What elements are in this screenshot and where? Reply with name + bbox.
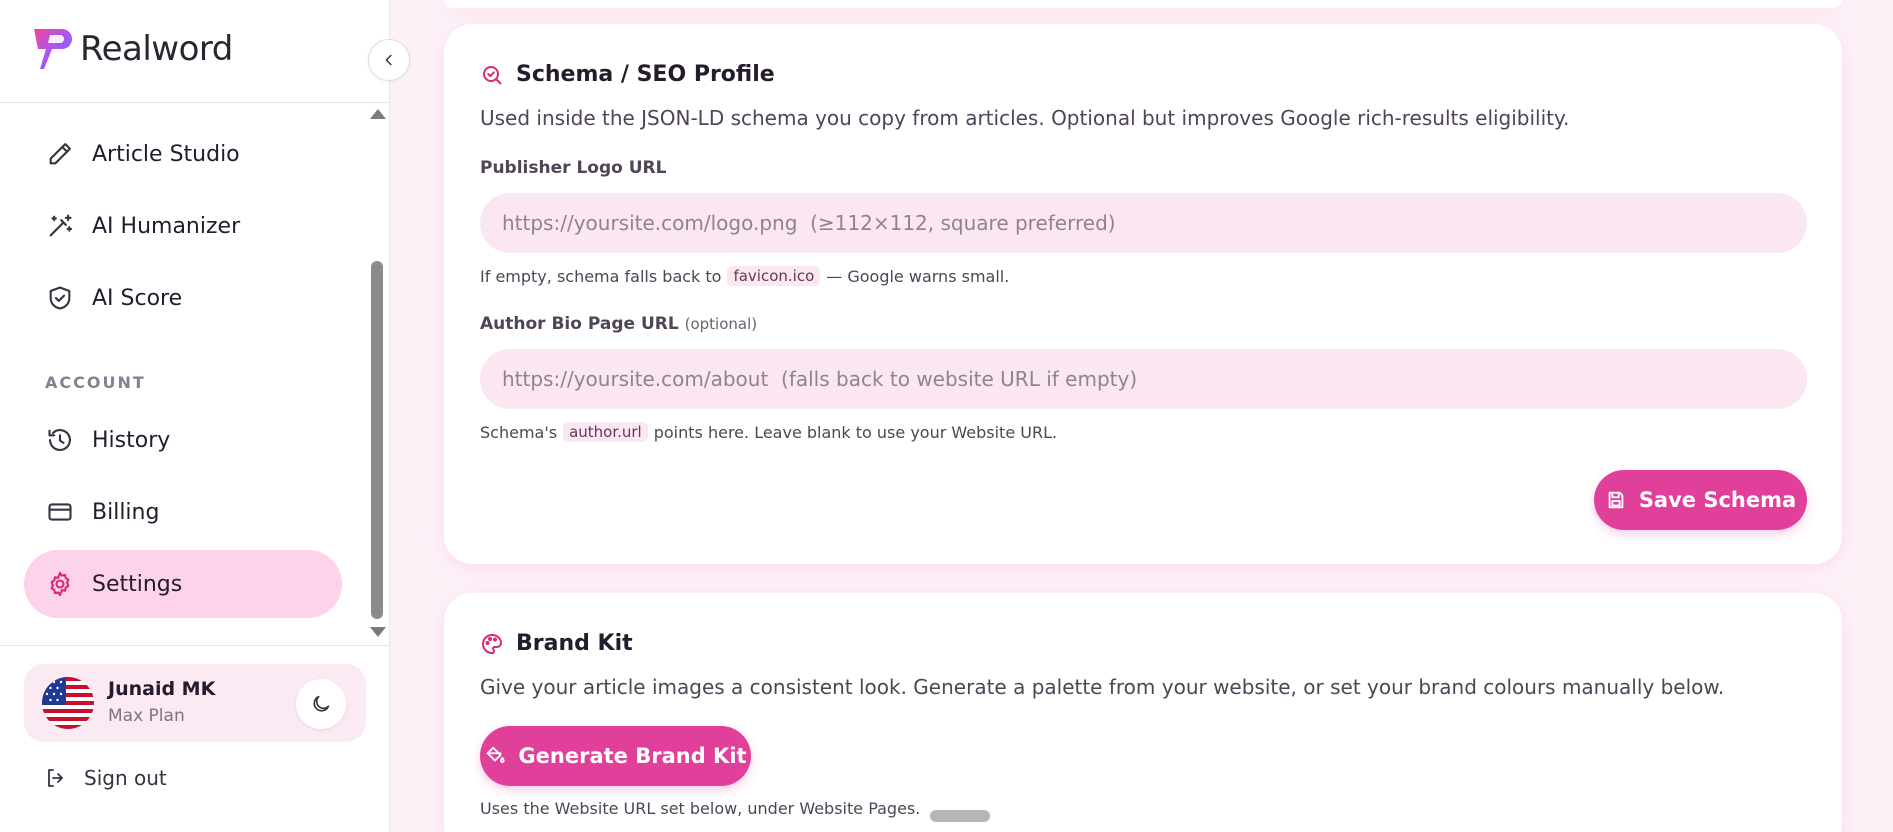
pencil-icon [49, 143, 71, 165]
sidebar-item-article-studio[interactable]: Article Studio [24, 120, 342, 188]
sidebar-item-billing[interactable]: Billing [24, 478, 342, 546]
magic-wand-icon [49, 214, 73, 237]
paint-bucket-icon [487, 746, 506, 763]
gear-icon [50, 571, 70, 597]
publisher-logo-helper: If empty, schema falls back to favicon.i… [480, 266, 1010, 286]
save-icon [1608, 491, 1624, 509]
previous-card [444, 0, 1842, 8]
user-plan: Max Plan [108, 706, 185, 726]
shield-check-icon [49, 286, 71, 310]
sidebar-nav: Article Studio AI Humanizer AI Score ACC… [0, 103, 390, 645]
section-label-account: ACCOUNT [45, 373, 146, 392]
logo[interactable]: Realword [28, 26, 233, 72]
card-title-text: Schema / SEO Profile [516, 62, 775, 87]
brand-kit-card: Brand Kit Give your article images a con… [444, 593, 1842, 832]
app-name: Realword [80, 29, 233, 69]
sidebar-item-settings[interactable]: Settings [24, 550, 342, 618]
divider [0, 645, 390, 646]
sign-out-button[interactable]: Sign out [44, 766, 167, 790]
scroll-thumb[interactable] [371, 261, 383, 619]
brand-kit-helper: Uses the Website URL set below, under We… [480, 799, 921, 818]
theme-toggle-button[interactable] [296, 679, 346, 729]
code-author-url: author.url [563, 422, 648, 442]
credit-card-icon [48, 503, 72, 521]
avatar [42, 677, 94, 729]
author-bio-helper: Schema's author.url points here. Leave b… [480, 422, 1058, 442]
optional-tag: (optional) [684, 315, 758, 333]
card-description: Used inside the JSON-LD schema you copy … [480, 106, 1570, 130]
search-check-icon [483, 65, 502, 84]
generate-brand-kit-label: Generate Brand Kit [518, 744, 747, 768]
realword-logo-icon [34, 29, 72, 69]
sidebar: Realword Article Studio AI Humanizer AI … [0, 0, 390, 832]
user-name: Junaid MK [108, 678, 216, 700]
user-card[interactable]: Junaid MK Max Plan [24, 664, 366, 742]
sidebar-item-ai-score[interactable]: AI Score [24, 264, 342, 332]
code-favicon: favicon.ico [727, 266, 821, 286]
sidebar-item-label: Settings [92, 571, 183, 597]
author-bio-label: Author Bio Page URL (optional) [480, 314, 758, 334]
sidebar-item-label: History [92, 427, 171, 453]
sidebar-item-label: AI Humanizer [92, 213, 241, 239]
card-description: Give your article images a consistent lo… [480, 675, 1725, 699]
author-bio-url-input[interactable] [480, 349, 1807, 409]
scroll-up-arrow-icon[interactable] [370, 109, 386, 119]
collapse-sidebar-button[interactable] [368, 39, 410, 81]
sidebar-item-label: AI Score [92, 285, 183, 311]
sign-out-icon [48, 769, 63, 787]
schema-seo-card: Schema / SEO Profile Used inside the JSO… [444, 24, 1842, 564]
save-schema-label: Save Schema [1638, 488, 1797, 512]
moon-icon [313, 695, 330, 712]
sidebar-item-history[interactable]: History [24, 406, 342, 474]
chevron-left-icon [385, 54, 392, 66]
scroll-down-arrow-icon[interactable] [370, 627, 386, 637]
sidebar-item-label: Billing [92, 499, 160, 525]
sign-out-label: Sign out [84, 766, 167, 790]
sidebar-item-label: Article Studio [92, 141, 240, 167]
scroll-handle[interactable] [930, 810, 990, 822]
publisher-logo-label: Publisher Logo URL [480, 158, 667, 178]
card-title: Brand Kit [480, 631, 633, 656]
sidebar-item-ai-humanizer[interactable]: AI Humanizer [24, 192, 342, 260]
publisher-logo-url-input[interactable] [480, 193, 1807, 253]
card-title-text: Brand Kit [516, 631, 633, 656]
history-icon [48, 429, 71, 451]
us-flag-icon [42, 677, 94, 729]
card-title: Schema / SEO Profile [480, 62, 775, 87]
save-schema-button[interactable]: Save Schema [1594, 470, 1807, 530]
generate-brand-kit-button[interactable]: Generate Brand Kit [480, 726, 751, 786]
palette-icon [482, 633, 502, 654]
sidebar-scrollbar[interactable] [368, 103, 386, 645]
